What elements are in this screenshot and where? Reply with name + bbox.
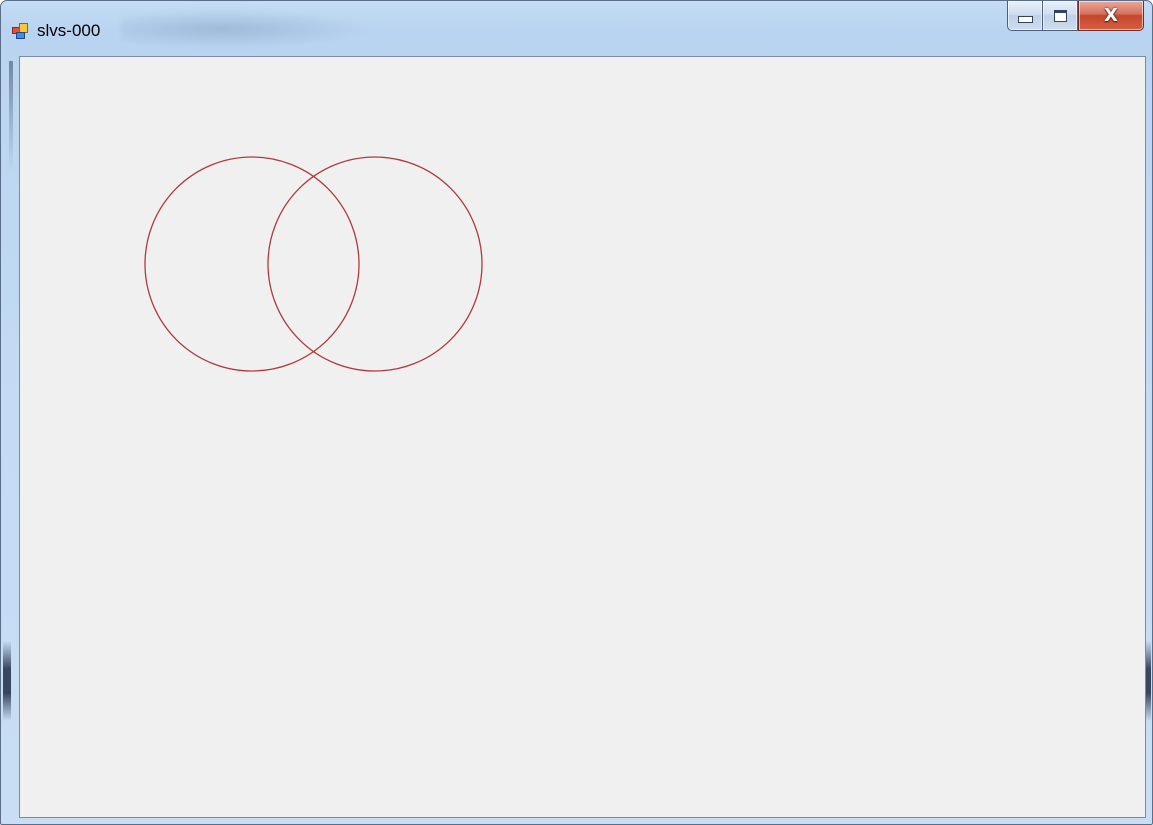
maximize-button[interactable] (1042, 1, 1078, 31)
right-circle (267, 156, 483, 372)
minimize-icon (1017, 16, 1033, 23)
left-edge-shadow (3, 641, 11, 721)
app-window: slvs-000 X (0, 0, 1153, 825)
background-window-edge (9, 61, 13, 171)
application-window-icon[interactable] (12, 23, 28, 39)
title-bar[interactable]: slvs-000 X (1, 1, 1152, 53)
canvas-drawing[interactable] (20, 57, 1145, 817)
maximize-icon (1053, 9, 1067, 22)
close-button[interactable]: X (1078, 1, 1144, 31)
left-circle (144, 156, 360, 372)
drawing-canvas[interactable] (19, 56, 1146, 818)
background-blur (121, 9, 371, 49)
close-icon: X (1104, 4, 1118, 26)
caption-buttons: X (1007, 1, 1144, 32)
window-title: slvs-000 (37, 21, 101, 40)
minimize-button[interactable] (1007, 1, 1042, 31)
